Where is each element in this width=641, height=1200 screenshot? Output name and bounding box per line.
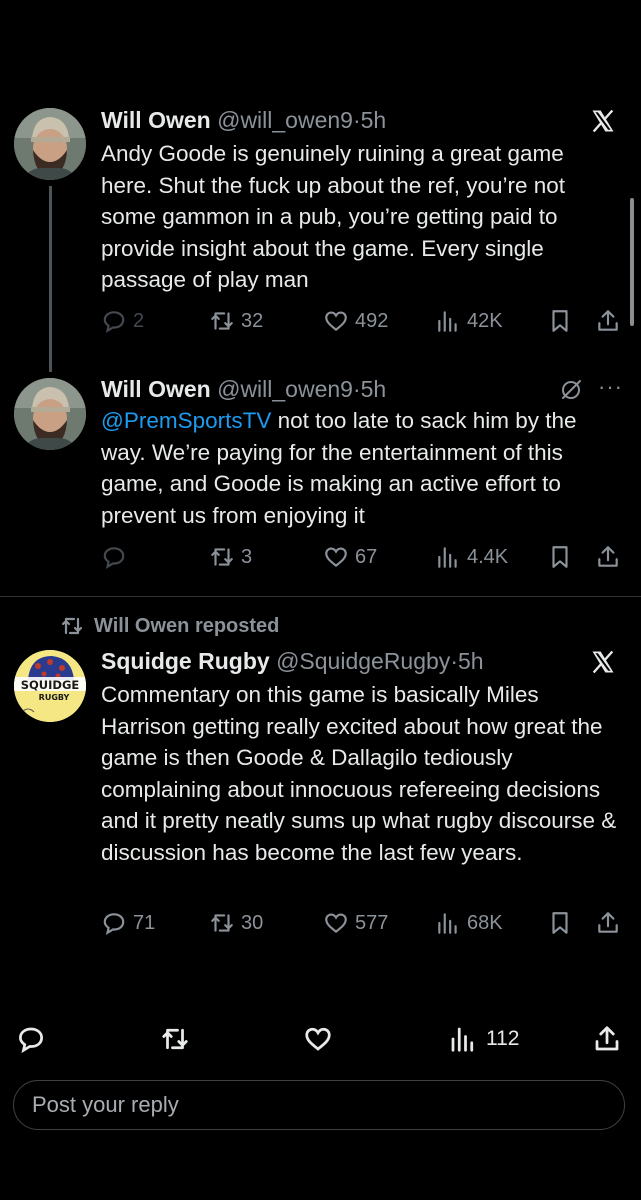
avatar-text-2: RUGBY [39,693,70,702]
reply-button[interactable]: 71 [101,910,155,936]
author-name[interactable]: Squidge Rugby [101,648,270,674]
views-count: 68K [467,911,503,934]
bookmark-icon [552,912,568,934]
bottom-views-button[interactable]: 112 [448,1024,519,1054]
reply-icon [103,547,125,569]
post-header: Will Owen @will_owen9·5h [101,107,386,133]
like-count: 67 [355,545,378,568]
x-logo-icon [592,650,614,674]
share-button[interactable] [595,308,621,334]
bottom-reply-button[interactable] [16,1024,46,1054]
share-button[interactable] [595,910,621,936]
post-text: Commentary on this game is basically Mil… [101,682,617,865]
repost-button[interactable]: 3 [209,544,252,570]
like-button[interactable]: 492 [323,308,388,334]
thread-line [49,186,52,372]
bookmark-button[interactable] [547,910,573,936]
bottom-repost-button[interactable] [160,1024,190,1054]
like-count: 492 [355,309,389,332]
views-icon [451,1027,474,1052]
post-time[interactable]: 5h [361,107,387,133]
post-time[interactable]: 5h [458,648,484,674]
views-button[interactable]: 4.4K [435,544,508,570]
reply-icon [103,311,125,333]
post-time[interactable]: 5h [361,376,387,402]
scrollbar[interactable] [630,198,634,326]
repost-icon [211,312,233,330]
views-count: 42K [467,309,503,332]
reply-button[interactable] [101,544,127,570]
share-icon [598,310,618,331]
repost-button[interactable]: 32 [209,308,263,334]
more-options-button[interactable]: ··· [598,374,623,400]
bookmark-button[interactable] [547,308,573,334]
heart-icon [325,913,347,934]
avatar[interactable] [14,378,86,450]
author-name[interactable]: Will Owen [101,376,211,402]
heart-icon [325,311,347,332]
post-header: Will Owen @will_owen9·5h [101,376,386,402]
separator-dot: · [450,648,458,674]
post-text: @PremSportsTV not too late to sack him b… [101,405,621,531]
avatar[interactable]: SQUIDGE RUGBY [14,650,86,722]
reply-icon [103,913,125,935]
separator-dot: · [352,376,361,402]
avatar-text-1: SQUIDGE [21,678,80,692]
heart-icon [325,547,347,568]
reply-count: 2 [133,309,145,332]
mention-link[interactable]: @PremSportsTV [101,408,271,433]
x-logo-icon [592,109,614,133]
reply-input[interactable]: Post your reply [13,1080,625,1130]
bottom-action-bar: 112 [0,1012,641,1066]
like-button[interactable]: 67 [323,544,377,570]
bottom-share-button[interactable] [592,1024,622,1054]
repost-indicator[interactable]: Will Owen reposted [60,614,279,638]
action-bar: 3 67 4.4K [101,544,621,574]
bookmark-icon [552,546,568,568]
separator-dot: · [352,107,361,133]
post-header: Squidge Rugby @SquidgeRugby·5h [101,648,484,674]
views-icon [438,311,457,332]
action-bar: 2 32 492 42K [101,308,621,338]
repost-count: 30 [241,911,264,934]
author-handle[interactable]: @will_owen9 [217,107,353,133]
repost-icon [211,914,233,932]
post-text: Andy Goode is genuinely ruining a great … [101,141,566,292]
grok-icon[interactable] [559,378,583,402]
reply-icon [18,1027,44,1054]
like-button[interactable]: 577 [323,910,388,936]
share-button[interactable] [595,544,621,570]
views-count: 4.4K [467,545,509,568]
bottom-views-count: 112 [486,1027,520,1050]
share-icon [598,912,618,933]
repost-icon [211,548,233,566]
views-button[interactable]: 42K [435,308,503,334]
reply-button[interactable]: 2 [101,308,144,334]
repost-count: 32 [241,309,264,332]
views-icon [438,913,457,934]
author-handle[interactable]: @SquidgeRugby [276,648,450,674]
bookmark-icon [552,310,568,332]
repost-icon [162,1028,188,1050]
views-icon [438,547,457,568]
repost-count: 3 [241,545,253,568]
repost-icon [61,617,83,635]
bottom-like-button[interactable] [303,1024,333,1054]
share-icon [598,546,618,567]
heart-icon [305,1027,331,1051]
reply-count: 71 [133,911,156,934]
like-count: 577 [355,911,389,934]
share-icon [595,1026,619,1051]
post-divider [0,596,641,597]
repost-label-text: Will Owen reposted [94,614,280,637]
action-bar: 71 30 577 68K [101,910,621,940]
avatar[interactable] [14,108,86,180]
author-name[interactable]: Will Owen [101,107,211,133]
repost-button[interactable]: 30 [209,910,263,936]
views-button[interactable]: 68K [435,910,503,936]
author-handle[interactable]: @will_owen9 [217,376,353,402]
bookmark-button[interactable] [547,544,573,570]
